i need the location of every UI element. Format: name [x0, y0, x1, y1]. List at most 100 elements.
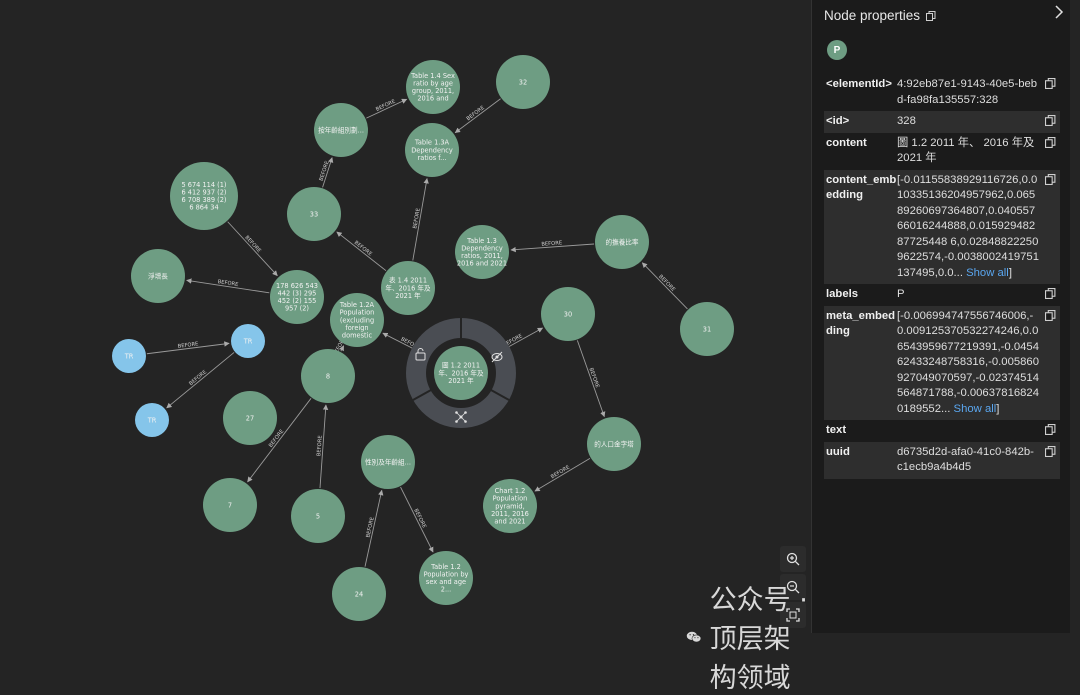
- graph-node[interactable]: 30: [541, 287, 595, 341]
- property-value: P: [897, 287, 1039, 303]
- graph-node[interactable]: 的人口金字塔: [587, 417, 641, 471]
- property-key: meta_embedding: [826, 309, 896, 338]
- graph-node[interactable]: 24: [332, 567, 386, 621]
- edge-line[interactable]: [227, 221, 278, 277]
- copy-icon[interactable]: [1045, 78, 1056, 89]
- edge-n_24-n_sexage[interactable]: BEFORE: [364, 489, 384, 567]
- graph-node[interactable]: 178 626 543 442 (3) 295 452 (2) 155 957 (2): [270, 270, 324, 324]
- graph-node[interactable]: 7: [203, 478, 257, 532]
- watermark-text: 公众号 · 顶层架构领域: [709, 585, 808, 694]
- graph-node[interactable]: TR: [112, 339, 146, 373]
- property-value: 328: [897, 114, 1039, 130]
- property-row-id: <id> 328: [824, 111, 1060, 133]
- graph-node[interactable]: 33: [287, 187, 341, 241]
- copy-icon[interactable]: [1045, 445, 1056, 457]
- show-all-link[interactable]: Show all: [963, 267, 1009, 279]
- edge-n_tr2-n_tr3[interactable]: BEFORE: [166, 352, 235, 409]
- node-label: Chart 1.2 Population pyramid, 2011, 2016 and…: [491, 487, 529, 525]
- edge-n_pyramid_zh-n_chart12[interactable]: BEFORE: [534, 457, 591, 492]
- edge-label: BEFORE: [353, 240, 373, 258]
- node-properties-panel: Node properties P <elementId> 4:92eb87e1-…: [811, 0, 1070, 633]
- property-key: uuid: [826, 445, 850, 458]
- graph-node[interactable]: 5 674 114 (1) 6 412 937 (2) 6 708 389 (2) 6…: [170, 162, 238, 230]
- edge-n_30-n_pyramid_zh[interactable]: BEFORE: [576, 340, 606, 418]
- graph-node[interactable]: 性別及年齡組...: [361, 435, 415, 489]
- graph-svg[interactable]: BEFORE BEFORE BEFORE BEFORE BEFORE BEFORE BEFO…: [0, 0, 810, 641]
- property-row-elementId: <elementId> 4:92eb87e1-9143-40e5-bebd-fa9…: [824, 74, 1060, 111]
- graph-node[interactable]: 按年齡組別劃...: [314, 103, 368, 157]
- edge-n_5-n_8[interactable]: BEFORE: [316, 404, 329, 489]
- graph-node[interactable]: Table 1.3A Dependency ratios f...: [405, 123, 459, 177]
- edge-label: BEFORE: [177, 341, 198, 350]
- node-label: 31: [703, 325, 711, 333]
- property-row-labels: labels P: [824, 284, 1060, 306]
- graph-node[interactable]: 32: [496, 55, 550, 109]
- property-key: text: [826, 424, 847, 436]
- node-label: Table 1.2A Population (excluding foreign dom…: [339, 301, 375, 339]
- chevron-right-icon[interactable]: [1052, 5, 1066, 19]
- copy-icon[interactable]: [1045, 424, 1056, 435]
- closing-bracket: ]: [1008, 266, 1012, 279]
- node-label: 24: [355, 590, 363, 598]
- graph-node[interactable]: 31: [680, 302, 734, 356]
- property-row-text: text: [824, 420, 1060, 442]
- graph-node[interactable]: TR: [135, 403, 169, 437]
- node-label: 的人口金字塔: [594, 439, 634, 448]
- edge-label: BEFORE: [319, 160, 331, 182]
- edge-n_tr1-n_tr2[interactable]: BEFORE: [146, 341, 230, 355]
- edge-n_32-n_13a[interactable]: BEFORE: [454, 98, 501, 134]
- copy-icon[interactable]: [926, 10, 936, 21]
- edge-line[interactable]: [166, 352, 235, 409]
- edge-label: BEFORE: [365, 517, 375, 539]
- node-label: 淨增長: [148, 271, 168, 280]
- label-badge[interactable]: P: [827, 40, 847, 60]
- node-label: TR: [147, 416, 157, 424]
- node-label: 33: [310, 210, 318, 218]
- edge-n_5674-n_178[interactable]: BEFORE: [227, 221, 278, 277]
- edge-label: BEFORE: [657, 274, 676, 293]
- edge-line[interactable]: [641, 262, 688, 310]
- copy-icon[interactable]: [1045, 173, 1056, 185]
- graph-node[interactable]: Table 1.2 Population by sex and age 2...: [419, 551, 473, 605]
- copy-icon[interactable]: [1045, 115, 1056, 126]
- edge-n_14-n_13a[interactable]: BEFORE: [412, 178, 429, 261]
- graph-node[interactable]: 的撫養比率: [595, 215, 649, 269]
- property-value: [-0.006994747556746006,-0.00912537053227…: [897, 309, 1039, 418]
- edge-label: BEFORE: [550, 465, 571, 481]
- property-row-meta_embedding: meta_embedding [-0.006994747556746006,-0.…: [824, 305, 1060, 420]
- node-label: 7: [228, 501, 232, 509]
- graph-node[interactable]: Table 1.4 Sex ratio by age group, 2011, 201…: [406, 60, 460, 114]
- copy-icon[interactable]: [1045, 309, 1056, 321]
- node-label: 30: [564, 310, 572, 318]
- graph-node[interactable]: 表 1.4 2011 年、2016 年及 2021 年: [381, 261, 435, 315]
- graph-node[interactable]: Table 1.2A Population (excluding foreign dom…: [330, 293, 384, 347]
- edge-n_sexage-n_12[interactable]: BEFORE: [400, 486, 434, 553]
- edge-label: BEFORE: [588, 367, 601, 389]
- edge-label: BEFORE: [188, 369, 208, 387]
- edge-n_agegroup-n_sexratio[interactable]: BEFORE: [366, 99, 408, 119]
- graph-node[interactable]: 8: [301, 349, 355, 403]
- zoom-in-icon[interactable]: [780, 546, 806, 572]
- edge-n_33-n_agegroup[interactable]: BEFORE: [319, 157, 334, 188]
- edge-n_dependency-n_13[interactable]: BEFORE: [510, 240, 595, 253]
- property-value: 4:92eb87e1-9143-40e5-bebd-fa98fa135557:3…: [897, 77, 1039, 108]
- graph-node[interactable]: 5: [291, 489, 345, 543]
- graph-node[interactable]: TR: [231, 324, 265, 358]
- show-all-link[interactable]: Show all: [950, 403, 997, 415]
- graph-node[interactable]: 圖 1.2 2011 年、2016 年及 2021 年: [434, 346, 488, 400]
- edge-n_178-n_netgrowth[interactable]: BEFORE: [186, 278, 270, 294]
- property-key: <elementId>: [826, 78, 892, 90]
- property-value-text: 328: [897, 115, 916, 127]
- graph-node[interactable]: 27: [223, 391, 277, 445]
- edge-n_14-n_33[interactable]: BEFORE: [336, 231, 387, 272]
- copy-icon[interactable]: [1045, 136, 1056, 148]
- property-key: content: [826, 136, 867, 149]
- graph-node[interactable]: 淨增長: [131, 249, 185, 303]
- copy-icon[interactable]: [1045, 288, 1056, 299]
- graph-canvas[interactable]: BEFORE BEFORE BEFORE BEFORE BEFORE BEFORE BEFO…: [0, 0, 810, 694]
- edge-line[interactable]: [400, 486, 434, 553]
- graph-node[interactable]: Chart 1.2 Population pyramid, 2011, 2016 and…: [483, 479, 537, 533]
- graph-node[interactable]: Table 1.3 Dependency ratios, 2011, 2016 and…: [455, 225, 509, 279]
- edge-label: BEFORE: [243, 235, 262, 254]
- edge-n_31-n_dependency[interactable]: BEFORE: [641, 262, 688, 310]
